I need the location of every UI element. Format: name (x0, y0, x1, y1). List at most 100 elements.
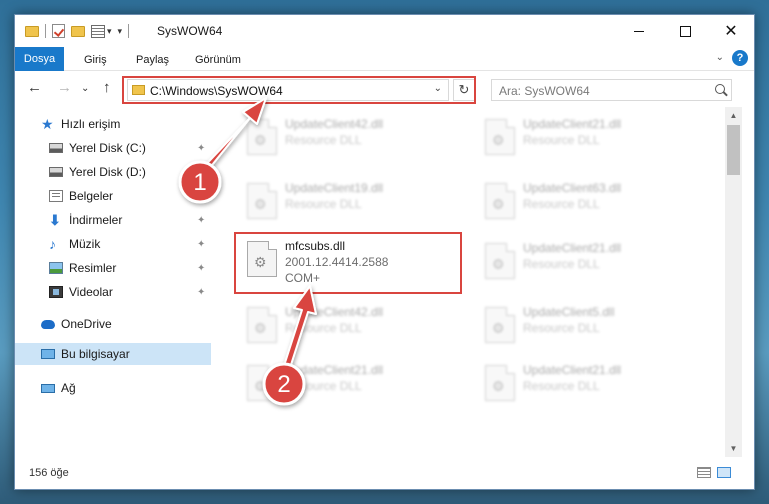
file-description: Resource DLL (523, 379, 600, 393)
file-tile[interactable]: UpdateClient21.dll Resource DLL (477, 113, 703, 165)
tab-paylas[interactable]: Paylaş (127, 49, 178, 71)
close-button[interactable]: ✕ (708, 15, 754, 47)
sidebar-item-disk-c[interactable]: Yerel Disk (C:) ✦ (15, 137, 211, 159)
search-placeholder: Ara: SysWOW64 (499, 84, 590, 98)
dll-file-icon (485, 307, 515, 343)
file-description: Resource DLL (523, 197, 600, 211)
up-arrow-icon[interactable]: ↑ (103, 79, 111, 96)
dll-file-icon (247, 119, 277, 155)
file-name: UpdateClient21.dll (285, 363, 384, 377)
sidebar-item-music[interactable]: ♪ Müzik ✦ (15, 233, 211, 255)
pin-icon[interactable]: ✦ (197, 167, 205, 178)
file-highlight-box (234, 232, 462, 294)
disk-icon (49, 167, 63, 177)
file-tile[interactable]: UpdateClient42.dll Resource DLL (239, 301, 465, 353)
video-icon (49, 286, 63, 298)
file-description: Resource DLL (523, 257, 600, 271)
file-tile[interactable]: UpdateClient63.dll Resource DLL (477, 177, 703, 229)
search-icon[interactable] (715, 84, 725, 94)
sidebar-item-label: Belgeler (69, 189, 114, 203)
tab-giris[interactable]: Giriş (75, 49, 116, 71)
sidebar-item-network[interactable]: Ağ (15, 377, 211, 399)
file-tile[interactable]: UpdateClient21.dll Resource DLL (477, 359, 703, 411)
file-description: Resource DLL (523, 133, 600, 147)
sidebar-item-label: İndirmeler (69, 213, 123, 227)
dll-file-icon (485, 119, 515, 155)
pin-icon[interactable]: ✦ (197, 287, 205, 298)
status-bar: 156 öğe (15, 457, 754, 489)
star-icon: ★ (41, 116, 54, 132)
dll-file-icon (247, 365, 277, 401)
computer-icon (41, 349, 55, 359)
network-icon (41, 383, 55, 393)
file-tile[interactable]: UpdateClient21.dll Resource DLL (477, 237, 703, 289)
chevron-down-icon[interactable]: ▾ (107, 26, 112, 37)
title-bar: ▾ ▾ SysWOW64 ✕ (15, 15, 754, 47)
file-name: UpdateClient21.dll (523, 363, 622, 377)
file-tile[interactable]: UpdateClient5.dll Resource DLL (477, 301, 703, 353)
vertical-scrollbar[interactable]: ▲ ▼ (725, 107, 742, 457)
divider (128, 24, 130, 38)
file-description: Resource DLL (285, 321, 362, 335)
sidebar-item-label: Ağ (61, 381, 76, 395)
file-description: Resource DLL (285, 197, 362, 211)
sidebar-item-downloads[interactable]: ⬇ İndirmeler ✦ (15, 209, 211, 231)
sidebar-item-disk-d[interactable]: Yerel Disk (D:) ✦ (15, 161, 211, 183)
navigation-pane: ★ Hızlı erişim Yerel Disk (C:) ✦ Yerel D… (15, 107, 211, 457)
new-folder-icon[interactable] (71, 25, 85, 37)
file-name: UpdateClient63.dll (523, 181, 622, 195)
pin-icon[interactable]: ✦ (197, 191, 205, 202)
sidebar-item-label: Videolar (69, 285, 113, 299)
pin-icon[interactable]: ✦ (197, 263, 205, 274)
help-button[interactable]: ? (732, 50, 748, 66)
music-icon: ♪ (49, 236, 56, 252)
sidebar-item-label: Müzik (69, 237, 101, 251)
details-view-icon[interactable] (697, 467, 711, 478)
customize-toolbar-icon[interactable]: ▾ (118, 26, 123, 37)
forward-arrow-icon[interactable]: → (57, 79, 72, 96)
sidebar-item-label: Yerel Disk (D:) (69, 165, 146, 179)
pin-icon[interactable]: ✦ (197, 143, 205, 154)
properties-icon[interactable] (91, 24, 105, 38)
scroll-up-icon[interactable]: ▲ (725, 107, 742, 124)
file-name: UpdateClient42.dll (285, 117, 384, 131)
scrollbar-thumb[interactable] (727, 125, 740, 175)
maximize-button[interactable] (662, 15, 708, 47)
dll-file-icon (485, 365, 515, 401)
pictures-icon (49, 262, 63, 274)
sidebar-item-pictures[interactable]: Resimler ✦ (15, 257, 211, 279)
sidebar-item-label: OneDrive (61, 317, 112, 331)
sidebar-item-videos[interactable]: Videolar ✦ (15, 281, 211, 303)
sidebar-item-onedrive[interactable]: OneDrive (15, 313, 211, 335)
sidebar-item-label: Hızlı erişim (61, 117, 121, 131)
pin-icon[interactable]: ✦ (197, 215, 205, 226)
sidebar-item-quick-access[interactable]: ★ Hızlı erişim (15, 113, 211, 135)
search-input[interactable]: Ara: SysWOW64 (491, 79, 732, 101)
pin-icon[interactable]: ✦ (197, 239, 205, 250)
file-tile[interactable]: UpdateClient19.dll Resource DLL (239, 177, 465, 229)
file-name: UpdateClient42.dll (285, 305, 384, 319)
sidebar-item-this-pc[interactable]: Bu bilgisayar (15, 343, 211, 365)
sidebar-item-label: Yerel Disk (C:) (69, 141, 146, 155)
file-tile[interactable]: UpdateClient42.dll Resource DLL (239, 113, 465, 165)
scroll-down-icon[interactable]: ▼ (725, 440, 742, 457)
file-description: Resource DLL (523, 321, 600, 335)
recent-locations-icon[interactable]: ⌄ (81, 83, 89, 94)
dll-file-icon (247, 183, 277, 219)
tab-dosya[interactable]: Dosya (15, 47, 64, 71)
properties-check-icon[interactable] (52, 24, 65, 38)
minimize-button[interactable] (616, 15, 662, 47)
file-description: Resource DLL (285, 133, 362, 147)
cloud-icon (41, 319, 55, 329)
item-count: 156 öğe (29, 467, 69, 479)
tiles-view-icon[interactable] (717, 467, 731, 478)
documents-icon (49, 190, 63, 202)
file-name: UpdateClient19.dll (285, 181, 384, 195)
window-title: SysWOW64 (157, 24, 223, 38)
file-tile[interactable]: UpdateClient21.dll Resource DLL (239, 359, 465, 411)
sidebar-item-documents[interactable]: Belgeler ✦ (15, 185, 211, 207)
expand-ribbon-icon[interactable]: ⌄ (716, 52, 724, 63)
folder-icon[interactable] (25, 25, 39, 37)
back-arrow-icon[interactable]: ← (27, 79, 42, 96)
tab-gorunum[interactable]: Görünüm (186, 49, 250, 71)
